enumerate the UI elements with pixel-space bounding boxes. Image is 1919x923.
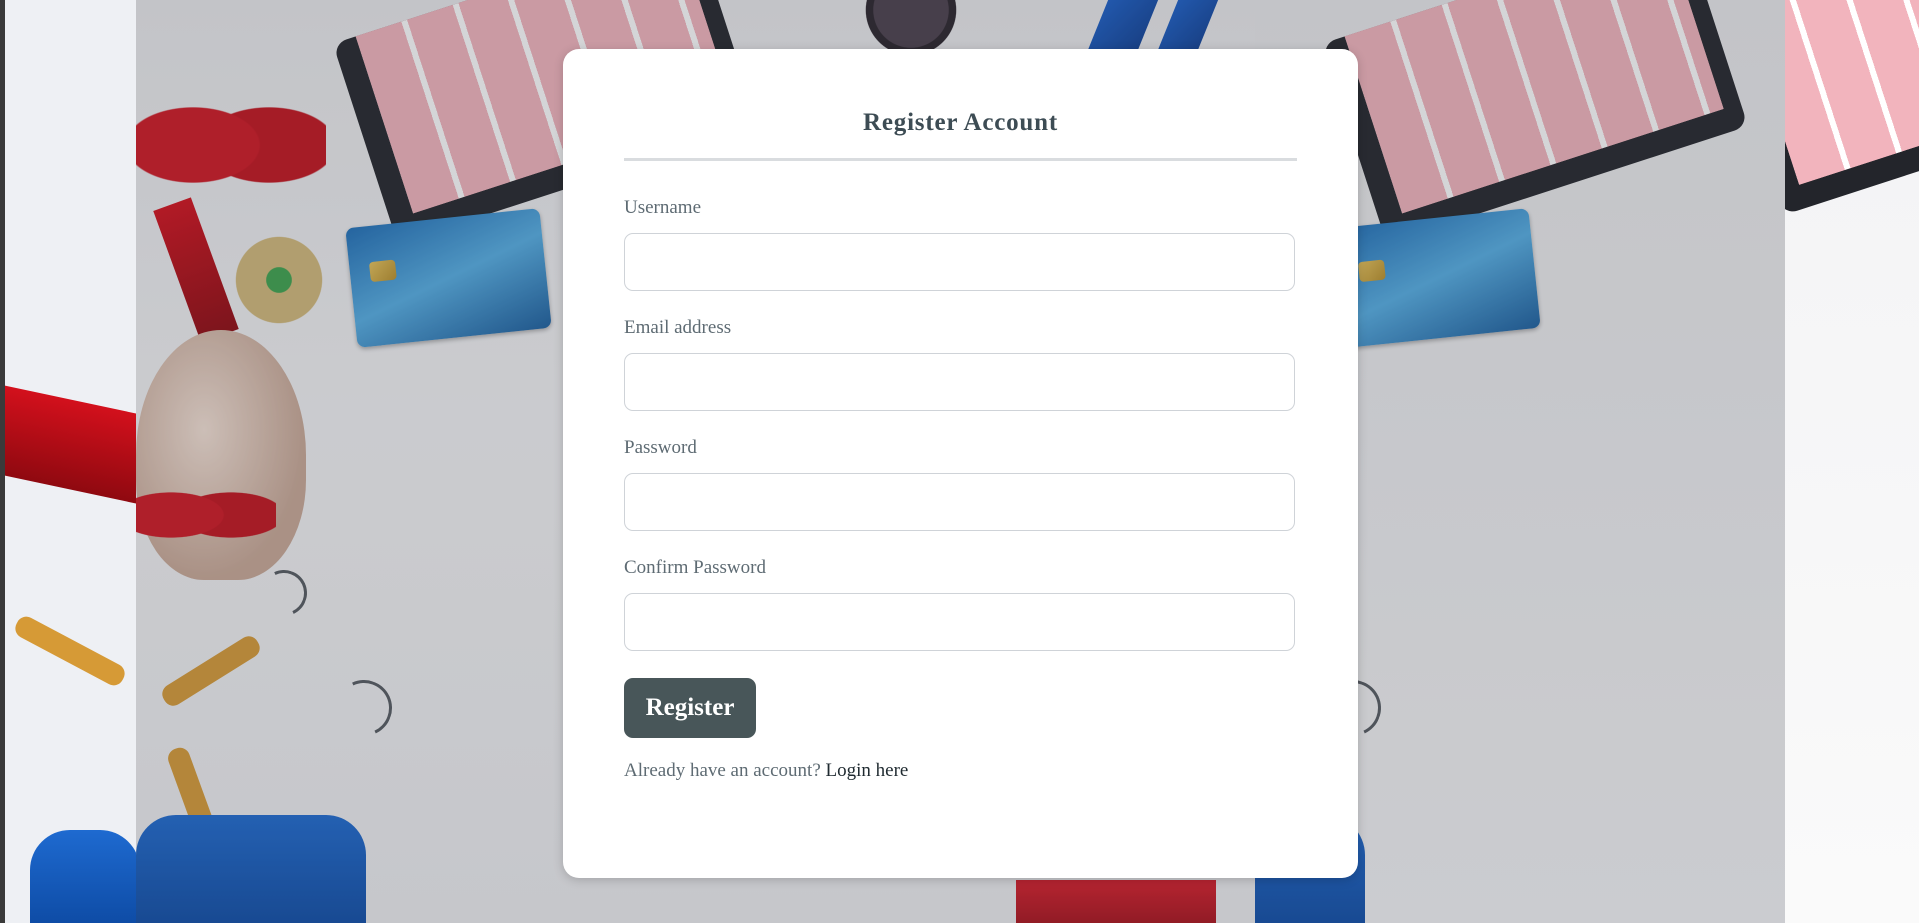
sunglasses-decoration [856, 0, 966, 50]
hanger-hook-decoration-2 [328, 672, 400, 744]
username-label: Username [624, 197, 702, 218]
shirt-decoration [30, 830, 136, 923]
confirm-password-label: Confirm Password [624, 557, 766, 578]
login-prompt-line: Already have an account? Login here [624, 760, 908, 782]
register-button[interactable]: Register [624, 678, 756, 738]
title-divider [624, 158, 1297, 161]
shirt-icon [136, 815, 366, 923]
clothes-hanger-icon [158, 632, 264, 710]
login-link[interactable]: Login here [826, 760, 909, 781]
tablet-shop-icon-repeat [1321, 0, 1749, 244]
earring-decoration [224, 225, 334, 335]
hanger-decoration [11, 613, 129, 689]
gift-ribbon-icon [136, 70, 326, 220]
password-label: Password [624, 437, 697, 458]
red-ribbon-decoration [5, 385, 136, 505]
credit-card-icon-repeat [1334, 208, 1541, 348]
email-field[interactable] [624, 353, 1295, 411]
page-title: Register Account [863, 109, 1058, 136]
red-gift-box-decoration [1016, 880, 1216, 923]
credit-card-icon [345, 208, 552, 348]
login-prompt-text: Already have an account? [624, 760, 821, 781]
register-card: Register Account Username Email address … [563, 49, 1358, 878]
background-right-edge [1785, 0, 1919, 923]
username-field[interactable] [624, 233, 1295, 291]
email-label: Email address [624, 317, 732, 338]
tablet-edge-decoration [1785, 0, 1919, 216]
background-left-edge [0, 0, 136, 923]
register-page: Register Account Username Email address … [0, 0, 1919, 923]
password-field[interactable] [624, 473, 1295, 531]
hat-bow-decoration [136, 470, 276, 560]
confirm-password-field[interactable] [624, 593, 1295, 651]
